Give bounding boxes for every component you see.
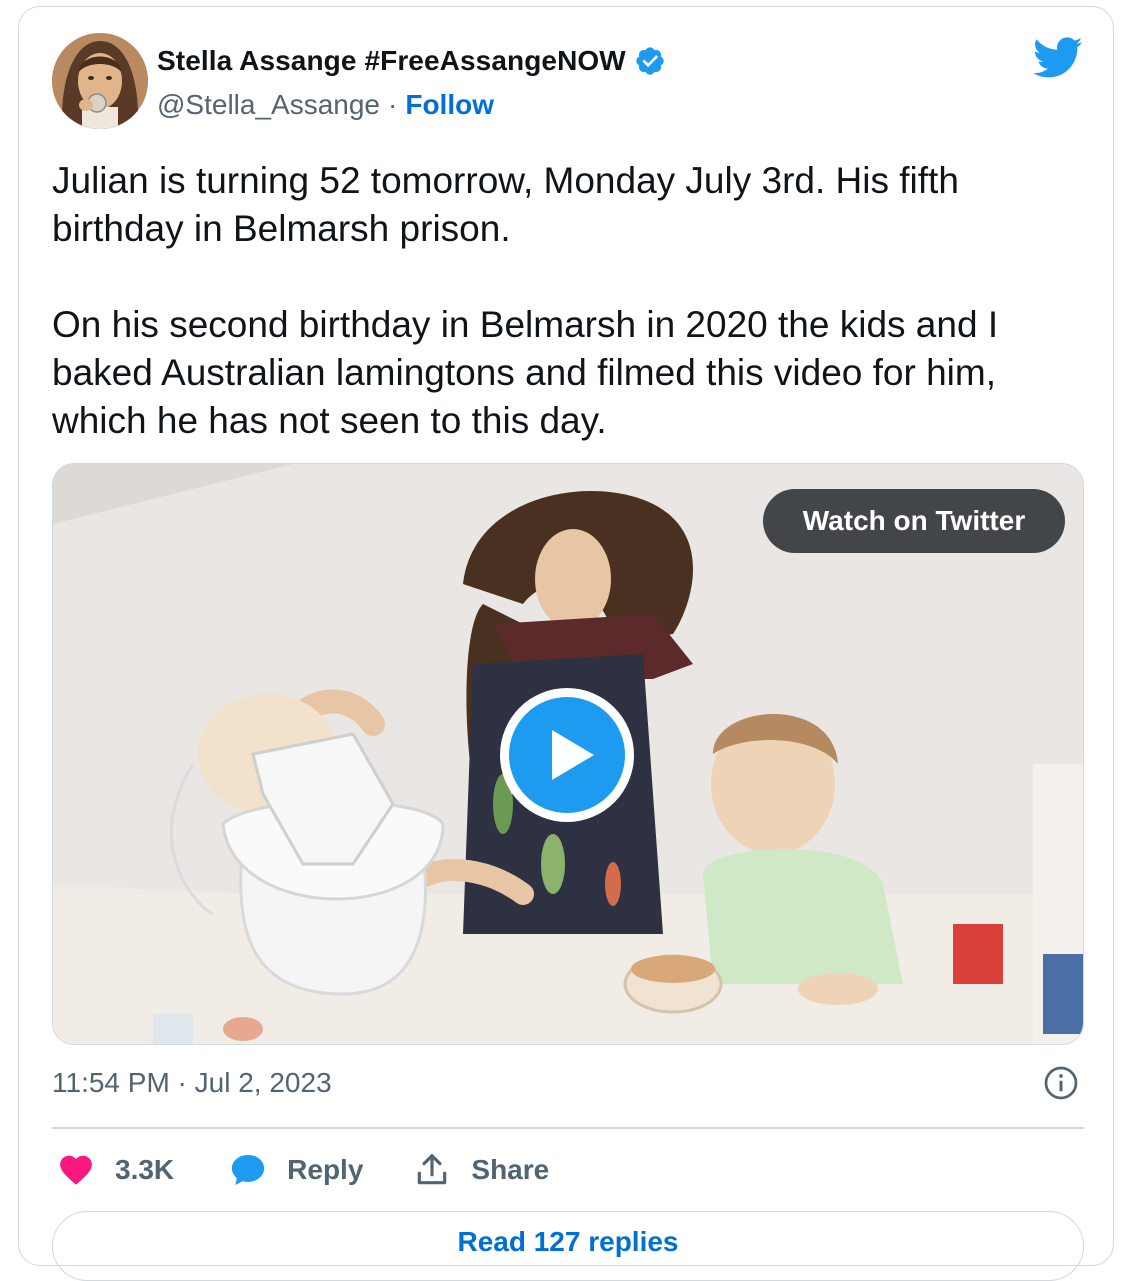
tweet-paragraph: On his second birthday in Belmarsh in 20… [52, 304, 999, 441]
divider [52, 1127, 1084, 1129]
heart-icon [60, 1155, 92, 1185]
share-button[interactable]: Share [413, 1151, 549, 1189]
like-button[interactable]: 3.3K [57, 1151, 174, 1189]
play-icon [503, 691, 631, 819]
reply-bubble-icon [232, 1154, 265, 1186]
play-button[interactable] [500, 688, 634, 822]
avatar-image [52, 33, 148, 129]
video-media[interactable]: Watch on Twitter [52, 463, 1084, 1045]
author-handle[interactable]: @Stella_Assange [157, 89, 380, 121]
watch-on-twitter-button[interactable]: Watch on Twitter [763, 489, 1065, 553]
tweet-card: Stella Assange #FreeAssangeNOW @Stella_A… [18, 6, 1114, 1281]
reply-button[interactable]: Reply [229, 1151, 363, 1189]
author-handle-row: @Stella_Assange · Follow [157, 87, 494, 123]
author-name-row: Stella Assange #FreeAssangeNOW [157, 43, 666, 79]
like-count: 3.3K [115, 1154, 175, 1185]
follow-button[interactable]: Follow [405, 89, 494, 121]
read-replies-button[interactable]: Read 127 replies [52, 1211, 1084, 1281]
tweet-text: Julian is turning 52 tomorrow, Monday Ju… [52, 157, 1092, 445]
tweet-paragraph: Julian is turning 52 tomorrow, Monday Ju… [52, 160, 959, 249]
reply-label: Reply [287, 1154, 364, 1185]
share-label: Share [471, 1154, 550, 1185]
info-icon[interactable] [1043, 1065, 1079, 1101]
verified-badge-icon [636, 47, 664, 75]
twitter-bird-icon[interactable] [1033, 37, 1083, 79]
author-display-name[interactable]: Stella Assange #FreeAssangeNOW [157, 45, 626, 77]
separator-dot: · [388, 89, 398, 120]
tweet-timestamp[interactable]: 11:54 PM · Jul 2, 2023 [52, 1065, 332, 1101]
tweet-actions: 3.3K Reply Share [57, 1145, 549, 1195]
avatar[interactable] [52, 33, 148, 129]
share-upload-icon [418, 1154, 447, 1185]
